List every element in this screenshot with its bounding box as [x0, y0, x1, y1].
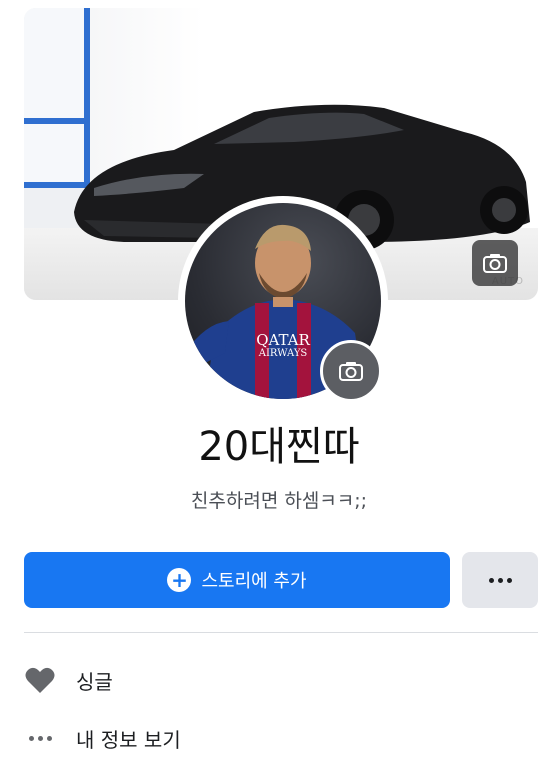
relationship-status-row: 싱글	[24, 660, 424, 700]
see-about-label: 내 정보 보기	[76, 727, 181, 752]
add-story-button[interactable]: + 스토리에 추가	[24, 552, 450, 608]
divider	[24, 632, 538, 633]
profile-name: 20대찐따	[198, 424, 360, 470]
plus-circle-icon: +	[167, 568, 192, 592]
see-about-row[interactable]: 내 정보 보기	[24, 718, 424, 758]
more-dots-icon	[488, 577, 512, 583]
relationship-status-label: 싱글	[76, 669, 113, 694]
heart-icon	[24, 665, 56, 695]
edit-profile-picture-button[interactable]	[320, 340, 382, 402]
profile-bio: 친추하려면 하셈ㅋㅋ;;	[190, 490, 368, 512]
camera-icon	[339, 362, 363, 381]
camera-icon	[483, 254, 507, 273]
edit-cover-button[interactable]	[472, 240, 518, 286]
more-options-button[interactable]	[462, 552, 538, 608]
add-story-label: 스토리에 추가	[201, 571, 307, 592]
ellipsis-icon	[24, 723, 56, 753]
